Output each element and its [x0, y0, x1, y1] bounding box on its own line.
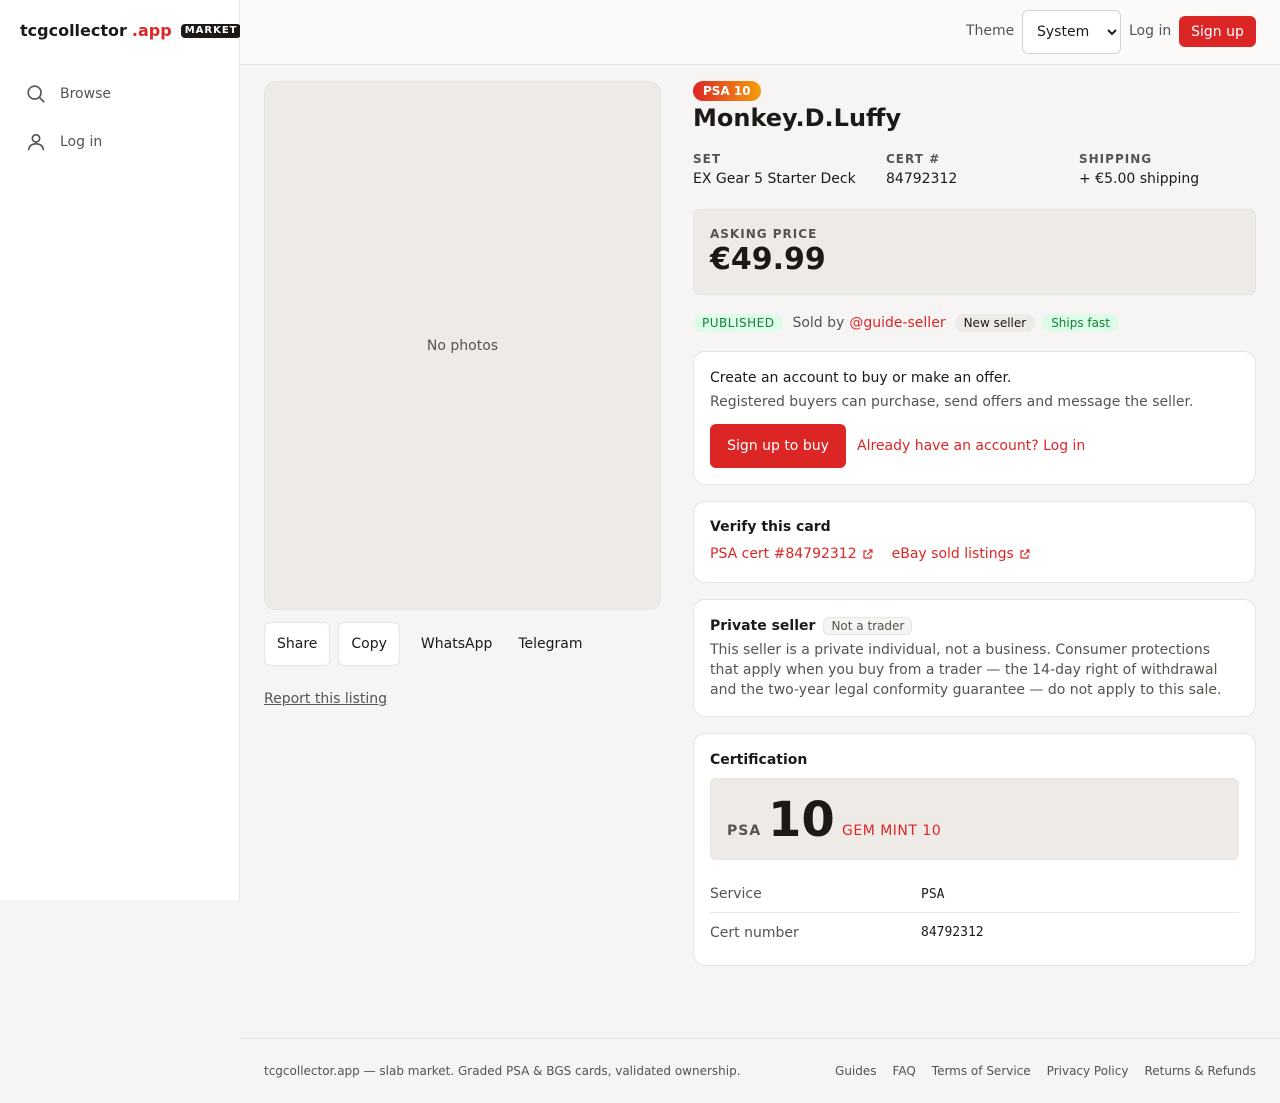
- footer-tagline: tcgcollector.app — slab market. Graded P…: [264, 1064, 741, 1078]
- whatsapp-button[interactable]: WhatsApp: [408, 622, 505, 666]
- meta-set-value: EX Gear 5 Starter Deck: [693, 171, 856, 187]
- cert-row-value: PSA: [921, 886, 945, 902]
- status-row: PUBLISHED Sold by @guide-seller New sell…: [693, 314, 1119, 332]
- meta-shipping-label: SHIPPING: [1079, 152, 1153, 166]
- topbar: Theme System Log in Sign up: [240, 0, 1280, 65]
- ebay-sold-link[interactable]: eBay sold listings: [892, 546, 1031, 562]
- cert-row-service: Service PSA: [710, 876, 1239, 913]
- verify-panel-title: Verify this card: [710, 519, 831, 535]
- account-panel: Create an account to buy or make an offe…: [693, 351, 1256, 485]
- share-row: Share Copy WhatsApp Telegram: [264, 622, 596, 666]
- no-photos-text: No photos: [426, 337, 499, 354]
- cert-row-value: 84792312: [921, 925, 984, 940]
- verify-links: PSA cert #84792312 eBay sold listings: [710, 546, 1049, 562]
- external-link-icon: [862, 548, 874, 560]
- cert-row-number: Cert number 84792312: [710, 914, 1239, 951]
- certification-title: Certification: [710, 752, 808, 768]
- theme-select[interactable]: System: [1022, 10, 1121, 54]
- report-listing-link[interactable]: Report this listing: [264, 691, 387, 707]
- grade-description: GEM MINT 10: [842, 823, 942, 839]
- ships-fast-badge: Ships fast: [1042, 314, 1119, 332]
- private-seller-panel: Private seller Not a trader This seller …: [693, 599, 1256, 717]
- user-icon: [24, 130, 48, 154]
- new-seller-badge: New seller: [954, 314, 1036, 332]
- status-badge: PUBLISHED: [693, 314, 784, 332]
- account-panel-title: Create an account to buy or make an offe…: [710, 370, 1012, 386]
- grade-service: PSA: [727, 823, 762, 839]
- telegram-button[interactable]: Telegram: [505, 622, 595, 666]
- certification-panel: Certification PSA 10 GEM MINT 10 Service…: [693, 733, 1256, 966]
- ebay-sold-link-label: eBay sold listings: [891, 546, 1014, 562]
- brand-logo[interactable]: tcgcollector .app MARKET: [20, 21, 242, 40]
- photo-gallery: No photos: [264, 81, 661, 610]
- sidebar-item-browse[interactable]: Browse: [24, 82, 111, 106]
- meta-cert: CERT # 84792312: [886, 152, 957, 187]
- meta-set: SET EX Gear 5 Starter Deck: [693, 152, 856, 187]
- private-seller-header: Private seller Not a trader: [710, 617, 913, 635]
- external-link-icon: [1019, 548, 1031, 560]
- price-value: €49.99: [710, 242, 826, 277]
- grade-number: 10: [768, 792, 835, 848]
- footer-link-faq[interactable]: FAQ: [893, 1064, 916, 1078]
- search-icon: [24, 82, 48, 106]
- brand-name: tcgcollector: [20, 21, 127, 40]
- already-have-account-link[interactable]: Already have an account? Log in: [857, 438, 1085, 454]
- footer: tcgcollector.app — slab market. Graded P…: [240, 1038, 1280, 1103]
- seller-link[interactable]: @guide-seller: [849, 315, 945, 331]
- sidebar: tcgcollector .app MARKET Browse Log in: [0, 0, 242, 900]
- meta-shipping: SHIPPING + €5.00 shipping: [1079, 152, 1199, 187]
- copy-button[interactable]: Copy: [338, 622, 400, 666]
- meta-cert-label: CERT #: [886, 152, 941, 166]
- market-badge: MARKET: [180, 23, 242, 38]
- meta-cert-value: 84792312: [886, 171, 958, 187]
- brand-suffix: .app: [131, 21, 172, 40]
- login-link[interactable]: Log in: [1129, 23, 1171, 39]
- footer-link-privacy[interactable]: Privacy Policy: [1047, 1064, 1129, 1078]
- verify-panel: Verify this card PSA cert #84792312 eBay…: [693, 501, 1256, 583]
- grade-badge: PSA 10: [693, 81, 761, 101]
- theme-label: Theme: [966, 23, 1015, 39]
- footer-link-guides[interactable]: Guides: [835, 1064, 877, 1078]
- grade-display: PSA 10 GEM MINT 10: [710, 778, 1239, 860]
- footer-links: Guides FAQ Terms of Service Privacy Poli…: [819, 1064, 1256, 1078]
- share-button[interactable]: Share: [264, 622, 331, 666]
- page-title: Monkey.D.Luffy: [693, 104, 902, 132]
- psa-cert-link-label: PSA cert #84792312: [710, 546, 857, 562]
- sidebar-item-label: Log in: [60, 134, 103, 150]
- private-seller-title: Private seller: [710, 618, 816, 634]
- signup-button[interactable]: Sign up: [1179, 16, 1256, 47]
- cert-row-key: Cert number: [710, 924, 799, 941]
- not-a-trader-badge: Not a trader: [823, 617, 913, 635]
- sold-by-label: Sold by: [792, 315, 845, 331]
- cert-row-key: Service: [710, 886, 762, 902]
- price-label: ASKING PRICE: [710, 227, 818, 241]
- signup-to-buy-button[interactable]: Sign up to buy: [710, 424, 846, 468]
- sidebar-item-label: Browse: [60, 86, 111, 102]
- footer-link-returns[interactable]: Returns & Refunds: [1144, 1064, 1256, 1078]
- meta-shipping-value: + €5.00 shipping: [1079, 171, 1200, 187]
- meta-set-label: SET: [693, 152, 722, 166]
- sidebar-item-login[interactable]: Log in: [24, 130, 102, 154]
- footer-link-terms[interactable]: Terms of Service: [932, 1064, 1031, 1078]
- price-box: ASKING PRICE €49.99: [693, 209, 1256, 295]
- psa-cert-link[interactable]: PSA cert #84792312: [710, 546, 874, 562]
- private-seller-body: This seller is a private individual, not…: [710, 642, 1222, 698]
- account-panel-subtitle: Registered buyers can purchase, send off…: [710, 394, 1194, 410]
